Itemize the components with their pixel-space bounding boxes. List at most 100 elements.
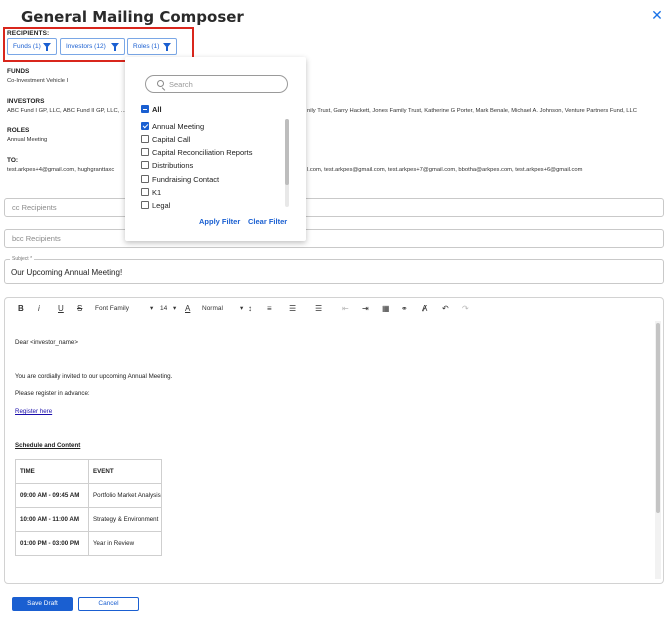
- dropdown-search-input[interactable]: Search: [145, 75, 288, 93]
- email-line-2: Please register in advance:: [15, 390, 90, 397]
- recipients-label: RECIPIENTS:: [7, 30, 50, 37]
- dropdown-scrollbar-thumb[interactable]: [285, 119, 289, 185]
- to-heading: TO:: [7, 157, 19, 164]
- option-label: Capital Call: [152, 135, 191, 144]
- option-item[interactable]: Capital Call: [141, 135, 190, 144]
- checkbox-icon[interactable]: [141, 188, 149, 196]
- register-link[interactable]: Register here: [15, 408, 52, 415]
- apply-filter-button[interactable]: Apply Filter: [199, 217, 240, 226]
- cc-recipients-input[interactable]: cc Recipients: [4, 198, 664, 217]
- to-value-left: test.arkpes+4@gmail.com, hughgranttaxc: [7, 167, 115, 173]
- subject-field[interactable]: Subject * Our Upcoming Annual Meeting!: [4, 256, 664, 284]
- font-family-select[interactable]: Font Family: [95, 304, 129, 314]
- option-item[interactable]: Distributions: [141, 161, 193, 170]
- email-greeting: Dear <investor_name>: [15, 339, 78, 346]
- table-cell-time: 09:00 AM - 09:45 AM: [15, 483, 89, 508]
- table-header-time: TIME: [15, 459, 89, 484]
- option-item[interactable]: Fundraising Contact: [141, 175, 219, 184]
- option-label: Legal: [152, 201, 171, 210]
- close-icon[interactable]: ✕: [650, 8, 664, 22]
- block-format-select[interactable]: Normal: [202, 304, 223, 314]
- bullet-list-icon[interactable]: ☰: [315, 304, 322, 314]
- option-all-label: All: [152, 105, 162, 114]
- bold-button[interactable]: B: [18, 304, 24, 314]
- checkbox-icon[interactable]: [141, 175, 149, 183]
- checkbox-indeterminate-icon[interactable]: [141, 105, 149, 113]
- editor-scrollbar[interactable]: [655, 321, 661, 579]
- subject-value: Our Upcoming Annual Meeting!: [11, 268, 123, 277]
- option-all[interactable]: All: [141, 105, 162, 114]
- underline-button[interactable]: U: [58, 304, 64, 314]
- roles-value: Annual Meeting: [7, 137, 48, 143]
- text-color-button[interactable]: A: [185, 304, 190, 314]
- outdent-icon[interactable]: ⇤: [342, 304, 349, 314]
- dropdown-arrow-icon: ▾: [240, 305, 244, 312]
- funds-value: Co-Investment Vehicle I: [7, 78, 69, 84]
- option-item[interactable]: Annual Meeting: [141, 122, 204, 131]
- option-label: Distributions: [152, 161, 194, 170]
- filter-icon: [43, 43, 51, 51]
- ordered-list-icon[interactable]: ☰: [289, 304, 296, 314]
- strikethrough-button[interactable]: S: [77, 304, 82, 314]
- link-icon[interactable]: ⚭: [401, 304, 408, 314]
- option-item[interactable]: Legal: [141, 201, 170, 210]
- table-cell-event: Year in Review: [88, 531, 162, 556]
- option-item[interactable]: Capital Reconciliation Reports: [141, 148, 252, 157]
- funds-chip-label: Funds (1): [13, 43, 41, 50]
- line-height-icon[interactable]: ↕: [248, 304, 252, 314]
- table-cell-event: Strategy & Environment: [88, 507, 162, 532]
- roles-heading: ROLES: [7, 127, 30, 134]
- option-label: Capital Reconciliation Reports: [152, 148, 253, 157]
- subject-label: Subject *: [10, 256, 35, 262]
- investors-chip-label: Investors (12): [66, 43, 106, 50]
- align-icon[interactable]: ≡: [267, 304, 272, 314]
- undo-icon[interactable]: ↶: [442, 304, 449, 314]
- page-title: General Mailing Composer: [21, 8, 244, 26]
- investors-value-right: nily Trust, Garry Hackett, Jones Family …: [307, 108, 637, 114]
- search-icon: [157, 80, 164, 87]
- save-draft-button[interactable]: Save Draft: [12, 597, 73, 611]
- clear-filter-button[interactable]: Clear Filter: [248, 217, 287, 226]
- checkbox-icon[interactable]: [141, 135, 149, 143]
- italic-button[interactable]: i: [38, 304, 40, 314]
- schedule-table: TIME EVENT 09:00 AM - 09:45 AM Portfolio…: [15, 459, 162, 556]
- filter-icon: [111, 43, 119, 51]
- checkbox-icon[interactable]: [141, 161, 149, 169]
- table-cell-event: Portfolio Market Analysis: [88, 483, 162, 508]
- bcc-recipients-input[interactable]: bcc Recipients: [4, 229, 664, 248]
- cancel-button[interactable]: Cancel: [78, 597, 139, 611]
- checkbox-icon[interactable]: [141, 148, 149, 156]
- to-value-right: l.com, test.arkpes@gmail.com, test.arkpe…: [307, 167, 583, 173]
- roles-filter-dropdown: Search All Annual Meeting Capital Call C…: [125, 57, 306, 241]
- editor-scrollbar-thumb[interactable]: [656, 323, 660, 513]
- investors-filter-chip[interactable]: Investors (12): [60, 38, 125, 55]
- dropdown-scrollbar[interactable]: [285, 119, 289, 207]
- table-row: 10:00 AM - 11:00 AM Strategy & Environme…: [15, 507, 162, 532]
- option-item[interactable]: K1: [141, 188, 161, 197]
- clear-format-icon[interactable]: Ⱥ: [422, 304, 427, 314]
- search-placeholder: Search: [169, 80, 193, 89]
- roles-filter-chip[interactable]: Roles (1): [127, 38, 177, 55]
- indent-icon[interactable]: ⇥: [362, 304, 369, 314]
- checkbox-icon[interactable]: [141, 201, 149, 209]
- investors-heading: INVESTORS: [7, 98, 45, 105]
- redo-icon[interactable]: ↷: [462, 304, 469, 314]
- checkbox-checked-icon[interactable]: [141, 122, 149, 130]
- table-row: 09:00 AM - 09:45 AM Portfolio Market Ana…: [15, 483, 162, 508]
- font-size-select[interactable]: 14: [160, 304, 167, 314]
- table-icon[interactable]: ▦: [382, 304, 390, 314]
- dropdown-arrow-icon: ▾: [150, 305, 154, 312]
- table-cell-time: 01:00 PM - 03:00 PM: [15, 531, 89, 556]
- table-row: 01:00 PM - 03:00 PM Year in Review: [15, 531, 162, 556]
- table-header-event: EVENT: [88, 459, 162, 484]
- editor-toolbar: B i U S Font Family ▾ 14 ▾ A Normal ▾ ↕ …: [5, 298, 663, 320]
- option-label: Annual Meeting: [152, 122, 205, 131]
- funds-heading: FUNDS: [7, 68, 30, 75]
- option-label: Fundraising Contact: [152, 175, 220, 184]
- funds-filter-chip[interactable]: Funds (1): [7, 38, 57, 55]
- schedule-heading: Schedule and Content: [15, 442, 81, 449]
- filter-icon: [163, 43, 171, 51]
- investors-value-left: ABC Fund I GP, LLC, ABC Fund II GP, LLC,…: [7, 108, 126, 114]
- option-label: K1: [152, 188, 162, 197]
- rich-text-editor[interactable]: B i U S Font Family ▾ 14 ▾ A Normal ▾ ↕ …: [4, 297, 664, 584]
